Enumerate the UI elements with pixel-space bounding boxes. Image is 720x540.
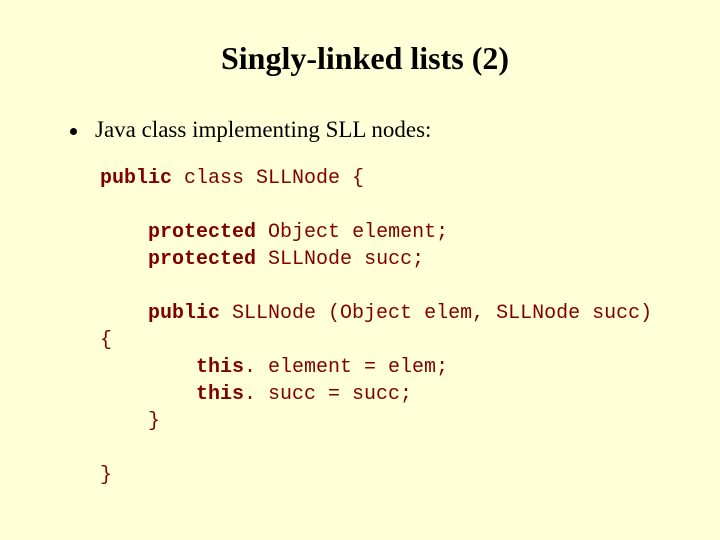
code-brace: } [148, 410, 160, 433]
kw-this: this [196, 356, 244, 379]
kw-public: public [148, 302, 220, 325]
code-text: . succ = succ; [244, 383, 412, 406]
code-brace: } [100, 464, 112, 487]
slide-title: Singly-linked lists (2) [60, 40, 670, 77]
kw-public: public [100, 167, 172, 190]
kw-this: this [196, 383, 244, 406]
code-block: public class SLLNode { protected Object … [100, 165, 670, 489]
bullet-item: Java class implementing SLL nodes: [70, 117, 670, 143]
kw-protected: protected [148, 248, 256, 271]
code-brace: { [100, 329, 112, 352]
code-text: SLLNode succ; [256, 248, 424, 271]
code-text: Object element; [256, 221, 448, 244]
slide: Singly-linked lists (2) Java class imple… [0, 0, 720, 540]
code-text: . element = elem; [244, 356, 448, 379]
bullet-icon [70, 128, 77, 135]
bullet-text: Java class implementing SLL nodes: [95, 117, 431, 143]
kw-protected: protected [148, 221, 256, 244]
code-text: SLLNode (Object elem, SLLNode succ) [220, 302, 652, 325]
code-text: class SLLNode { [172, 167, 364, 190]
